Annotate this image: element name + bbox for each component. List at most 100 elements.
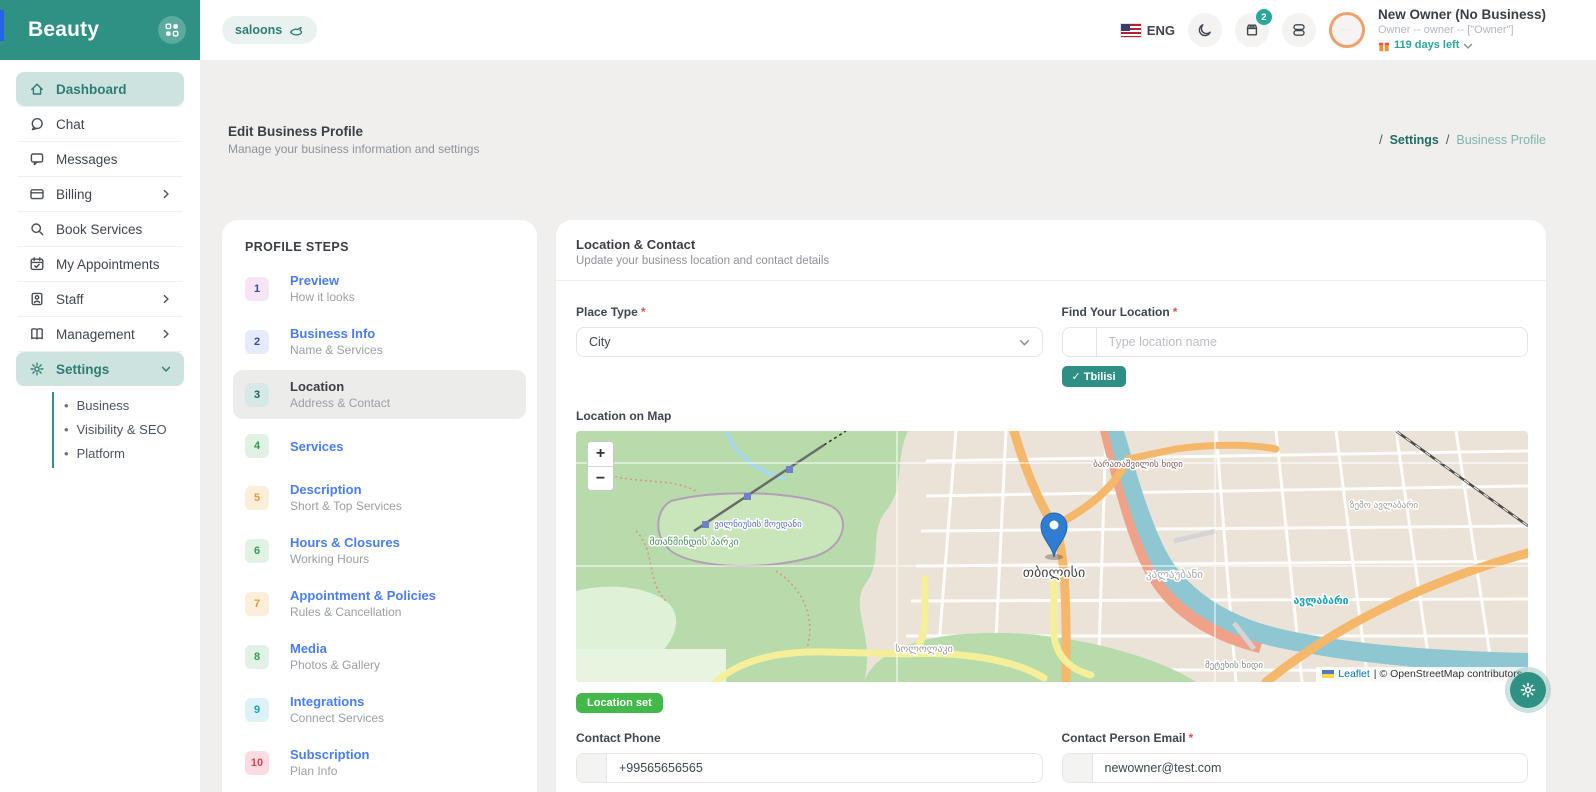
submenu-item-business[interactable]: • Business: [54, 394, 184, 418]
breadcrumb-current: Business Profile: [1456, 133, 1546, 147]
required-mark: *: [1188, 731, 1194, 745]
card-title: Location & Contact: [576, 237, 696, 252]
zoom-out-button[interactable]: −: [588, 466, 613, 490]
credit-card-icon: [30, 189, 44, 200]
submenu-label: Business: [76, 398, 130, 413]
place-type-select[interactable]: City: [576, 327, 1043, 357]
chevron-down-icon: [161, 366, 171, 372]
find-location-input-group: [1061, 327, 1528, 357]
user-name: New Owner (No Business): [1377, 7, 1546, 23]
store-button[interactable]: 2: [1234, 9, 1272, 47]
sidebar-item-chat[interactable]: Chat: [16, 107, 184, 141]
leaflet-link[interactable]: Leaflet: [1338, 668, 1370, 680]
shop-icon: [1246, 24, 1258, 36]
sidebar-item-management[interactable]: Management: [16, 317, 184, 351]
sidebar-item-messages[interactable]: Messages: [16, 142, 184, 176]
bullet: •: [64, 422, 69, 437]
apps-grid-button[interactable]: [158, 16, 186, 44]
map-label-city: თბილისი: [1023, 565, 1085, 581]
sidebar-item-billing[interactable]: Billing: [16, 177, 184, 211]
search-icon: [31, 223, 44, 236]
zoom-in-button[interactable]: +: [588, 442, 613, 466]
contact-email-input-group: [1061, 753, 1528, 783]
stack-icon: [1293, 24, 1305, 36]
step-number-badge: 6: [245, 538, 269, 563]
card-subtitle: Update your business location and contac…: [576, 255, 830, 267]
sidebar-item-book-services[interactable]: Book Services: [16, 212, 184, 246]
left-edge-accent: [0, 10, 4, 41]
step-location[interactable]: 3 Location Address & Contact: [233, 370, 526, 419]
contact-email-label: Contact Person Email *: [1061, 731, 1194, 745]
step-integrations[interactable]: 9 Integrations Connect Services: [233, 685, 526, 734]
phone-input-prefix[interactable]: [577, 754, 607, 782]
stack-button[interactable]: [1281, 13, 1316, 47]
language-selector[interactable]: ENG: [1119, 22, 1175, 38]
step-title: Description: [290, 482, 362, 497]
map-section-label: Location on Map: [576, 409, 672, 423]
sidebar-item-staff[interactable]: Staff: [16, 282, 184, 316]
selected-location-chip[interactable]: ✓ Tbilisi: [1061, 366, 1126, 387]
map-attribution: Leaflet | © OpenStreetMap contributors: [1316, 667, 1528, 682]
step-title: Integrations: [290, 694, 365, 709]
step-subtitle: How it looks: [290, 290, 355, 304]
submenu-item-visibility-seo[interactable]: • Visibility & SEO: [54, 418, 184, 442]
gift-icon: [1378, 42, 1390, 52]
step-subtitle: Address & Contact: [290, 396, 391, 410]
chevron-right-icon: [163, 329, 169, 339]
us-flag-icon: [1119, 22, 1142, 38]
profile-steps-title: PROFILE STEPS: [245, 240, 349, 254]
submenu-item-platform[interactable]: • Platform: [54, 442, 184, 466]
floating-settings-button[interactable]: [1510, 672, 1546, 708]
map-label-avlabari: ავლაბარი: [1293, 595, 1348, 607]
step-services[interactable]: 4 Services: [233, 423, 526, 469]
contact-phone-input[interactable]: [607, 761, 1042, 775]
step-title: Subscription: [290, 747, 370, 762]
submenu-label: Platform: [76, 446, 125, 461]
map-label-kalaubani: კალაუბანი: [1146, 568, 1203, 581]
breadcrumb-separator: /: [1379, 133, 1383, 147]
workspace-chip[interactable]: saloons: [222, 16, 318, 44]
contact-email-input[interactable]: [1092, 761, 1527, 775]
breadcrumb: / Settings / Business Profile: [1379, 133, 1546, 147]
book-open-icon: [31, 328, 43, 340]
location-input-prefix[interactable]: [1063, 328, 1097, 356]
gear-icon: [30, 362, 44, 376]
step-hours-closures[interactable]: 6 Hours & Closures Working Hours: [233, 526, 526, 575]
user-menu[interactable]: New Owner (No Business) Owner -- owner -…: [1378, 7, 1546, 52]
map-label-sololaki: სოლოლაკი: [895, 643, 953, 655]
step-subtitle: Short & Top Services: [290, 499, 402, 513]
page-subtitle: Manage your business information and set…: [228, 142, 480, 156]
step-appointment-policies[interactable]: 7 Appointment & Policies Rules & Cancella…: [233, 579, 526, 628]
id-badge-icon: [31, 292, 43, 306]
find-location-input[interactable]: [1096, 335, 1527, 349]
breadcrumb-settings-link[interactable]: Settings: [1390, 133, 1439, 147]
chevron-right-icon: [163, 189, 169, 199]
location-contact-card: Location & Contact Update your business …: [556, 220, 1546, 792]
map-zoom-control: + −: [587, 441, 614, 491]
step-description[interactable]: 5 Description Short & Top Services: [233, 473, 526, 522]
step-preview[interactable]: 1 Preview How it looks: [233, 264, 526, 313]
step-title: Preview: [290, 273, 340, 288]
map-canvas[interactable]: თბილისი კალაუბანი მთაწმინდის პარკი ვილნი…: [576, 431, 1528, 682]
step-media[interactable]: 8 Media Photos & Gallery: [233, 632, 526, 681]
avatar[interactable]: ·····: [1328, 12, 1365, 48]
email-input-prefix[interactable]: [1062, 754, 1093, 782]
step-subscription[interactable]: 10 Subscription Plan Info: [233, 738, 526, 787]
sidebar-item-label: Dashboard: [56, 81, 127, 97]
step-business-info[interactable]: 2 Business Info Name & Services: [233, 317, 526, 366]
sidebar-item-dashboard[interactable]: Dashboard: [16, 72, 184, 106]
find-location-label: Find Your Location *: [1061, 305, 1178, 319]
card-header: Location & Contact Update your business …: [556, 220, 1546, 281]
dark-mode-button[interactable]: [1187, 13, 1222, 47]
sidebar-item-label: My Appointments: [56, 256, 160, 272]
sidebar-item-settings[interactable]: Settings: [16, 352, 184, 386]
map-label-baratashvili-bridge: ბარათაშვილის ხიდი: [1093, 459, 1183, 470]
sidebar-item-my-appointments[interactable]: My Appointments: [16, 247, 184, 281]
map-label-vilnius-square: ვილნიუსის მოედანი: [714, 519, 802, 530]
required-mark: *: [640, 305, 646, 319]
step-subtitle: Rules & Cancellation: [290, 605, 402, 619]
main-area: saloons ENG 2 ····· New Owner (No Busine…: [200, 0, 1596, 792]
map-label-zemo-avlabari: ზემო ავლაბარი: [1350, 500, 1418, 511]
map-tiles: თბილისი კალაუბანი მთაწმინდის პარკი ვილნი…: [576, 431, 1528, 682]
contact-phone-label: Contact Phone: [576, 731, 661, 745]
